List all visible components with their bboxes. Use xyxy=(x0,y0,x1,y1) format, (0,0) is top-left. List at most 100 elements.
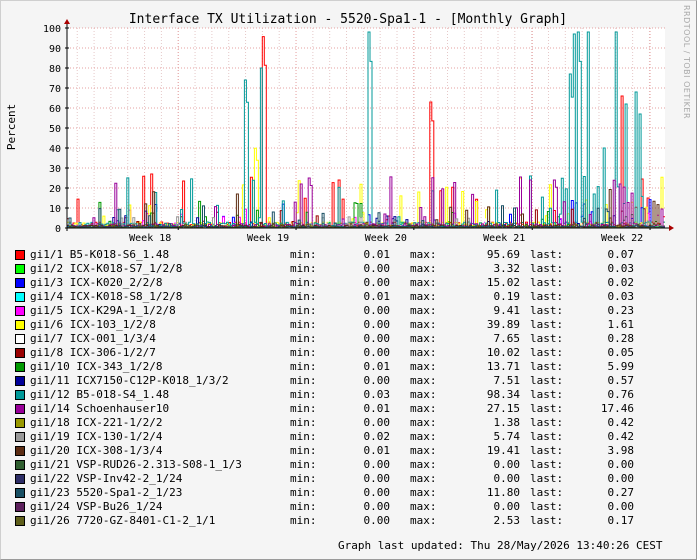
legend-min-label: min: xyxy=(290,346,317,359)
legend-swatch xyxy=(15,460,25,470)
legend-last-label: last: xyxy=(530,444,564,457)
legend-max-label: max: xyxy=(410,318,437,331)
legend-last-label: last: xyxy=(530,248,564,261)
legend-series-name: gi1/21 VSP-RUD26-2.313-S08-1_1/3 xyxy=(30,458,242,471)
legend-min-value: 0.01 xyxy=(363,290,391,303)
legend-last-label: last: xyxy=(530,346,564,359)
y-tick-label: 0 xyxy=(55,224,61,235)
legend-last-label: last: xyxy=(530,416,564,429)
footer-label: Graph last updated: xyxy=(338,539,464,552)
legend-last-label: last: xyxy=(530,276,564,289)
chart-title: Interface TX Utilization - 5520-Spa1-1 -… xyxy=(129,12,567,27)
legend-last-value: 0.02 xyxy=(607,276,635,289)
legend-min-label: min: xyxy=(290,486,317,499)
legend-min-value: 0.00 xyxy=(363,304,391,317)
y-tick-label: 50 xyxy=(49,124,61,135)
legend-swatch xyxy=(15,376,25,386)
legend-max-label: max: xyxy=(410,290,437,303)
legend-last-value: 3.98 xyxy=(607,444,635,457)
legend-last-label: last: xyxy=(530,402,564,415)
y-tick-label: 70 xyxy=(49,84,61,95)
legend-max-label: max: xyxy=(410,514,437,527)
legend-last-value: 0.07 xyxy=(607,248,635,261)
legend-swatch xyxy=(15,306,25,316)
y-tick-label: 60 xyxy=(49,104,61,115)
legend-max-value: 1.38 xyxy=(493,416,521,429)
legend-swatch xyxy=(15,516,25,526)
legend-max-label: max: xyxy=(410,262,437,275)
legend-last-label: last: xyxy=(530,374,564,387)
footer-timestamp: Thu 28/May/2026 13:40:26 CEST xyxy=(470,539,663,552)
legend-min-label: min: xyxy=(290,262,317,275)
legend-min-label: min: xyxy=(290,332,317,345)
legend-last-label: last: xyxy=(530,430,564,443)
legend-last-label: last: xyxy=(530,486,564,499)
y-axis-arrow xyxy=(64,19,70,24)
legend-swatch xyxy=(15,362,25,372)
legend-min-label: min: xyxy=(290,388,317,401)
legend-max-value: 7.65 xyxy=(493,332,521,345)
legend-series-name: gi1/12 B5-018-S4_1.48 xyxy=(30,388,170,401)
legend-min-label: min: xyxy=(290,458,317,471)
legend-max-label: max: xyxy=(410,416,437,429)
legend-max-label: max: xyxy=(410,374,437,387)
x-tick-label: Week 20 xyxy=(365,233,407,244)
y-ticks: 0 10 20 30 40 50 60 70 80 90 100 xyxy=(43,24,61,235)
y-tick-label: 40 xyxy=(49,144,61,155)
legend-min-value: 0.00 xyxy=(363,514,391,527)
legend-series-name: gi1/6 ICX-103_1/2/8 xyxy=(30,318,156,331)
legend-swatch xyxy=(15,320,25,330)
legend-swatch xyxy=(15,264,25,274)
x-tick-label: Week 18 xyxy=(129,233,171,244)
legend-min-value: 0.00 xyxy=(363,472,391,485)
legend-min-label: min: xyxy=(290,304,317,317)
legend-swatch xyxy=(15,446,25,456)
legend-last-label: last: xyxy=(530,458,564,471)
legend-series-name: gi1/23 5520-Spa1-2_1/23 xyxy=(30,486,183,499)
legend-last-value: 0.27 xyxy=(607,486,635,499)
legend-max-label: max: xyxy=(410,388,437,401)
legend-last-value: 1.61 xyxy=(607,318,635,331)
legend-last-label: last: xyxy=(530,514,564,527)
legend-min-value: 0.00 xyxy=(363,262,391,275)
legend-max-label: max: xyxy=(410,444,437,457)
x-axis-arrow xyxy=(669,225,674,231)
legend-last-label: last: xyxy=(530,360,564,373)
legend-min-value: 0.00 xyxy=(363,374,391,387)
legend-max-label: max: xyxy=(410,276,437,289)
legend-series-name: gi1/22 VSP-Inv42-2_1/24 xyxy=(30,472,183,485)
legend-min-label: min: xyxy=(290,444,317,457)
legend-min-value: 0.00 xyxy=(363,276,391,289)
legend-max-value: 27.15 xyxy=(486,402,520,415)
legend-min-label: min: xyxy=(290,402,317,415)
legend-min-label: min: xyxy=(290,500,317,513)
legend-min-label: min: xyxy=(290,430,317,443)
legend-swatch xyxy=(15,390,25,400)
legend-swatch xyxy=(15,432,25,442)
legend-max-value: 95.69 xyxy=(486,248,520,261)
legend-last-value: 0.23 xyxy=(607,304,635,317)
legend-min-value: 0.02 xyxy=(363,430,391,443)
legend-min-value: 0.01 xyxy=(363,402,391,415)
legend-max-label: max: xyxy=(410,500,437,513)
y-tick-label: 80 xyxy=(49,64,61,75)
y-tick-label: 90 xyxy=(49,44,61,55)
legend-last-label: last: xyxy=(530,472,564,485)
legend-series-name: gi1/10 ICX-343_1/2/8 xyxy=(30,360,163,373)
legend-min-value: 0.00 xyxy=(363,332,391,345)
legend-min-value: 0.00 xyxy=(363,500,391,513)
legend-max-label: max: xyxy=(410,360,437,373)
legend-max-label: max: xyxy=(410,486,437,499)
legend-last-label: last: xyxy=(530,332,564,345)
legend-min-label: min: xyxy=(290,360,317,373)
legend-series-name: gi1/14 Schoenhauser10 xyxy=(30,402,170,415)
legend-max-value: 13.71 xyxy=(486,360,520,373)
legend-min-value: 0.00 xyxy=(363,486,391,499)
legend-swatch xyxy=(15,250,25,260)
legend-swatch xyxy=(15,334,25,344)
legend-swatch xyxy=(15,502,25,512)
legend-max-value: 3.32 xyxy=(493,262,521,275)
legend-series-name: gi1/18 ICX-221-1/2/2 xyxy=(30,416,163,429)
legend-min-label: min: xyxy=(290,416,317,429)
legend-series-name: gi1/24 VSP-Bu26_1/24 xyxy=(30,500,163,513)
